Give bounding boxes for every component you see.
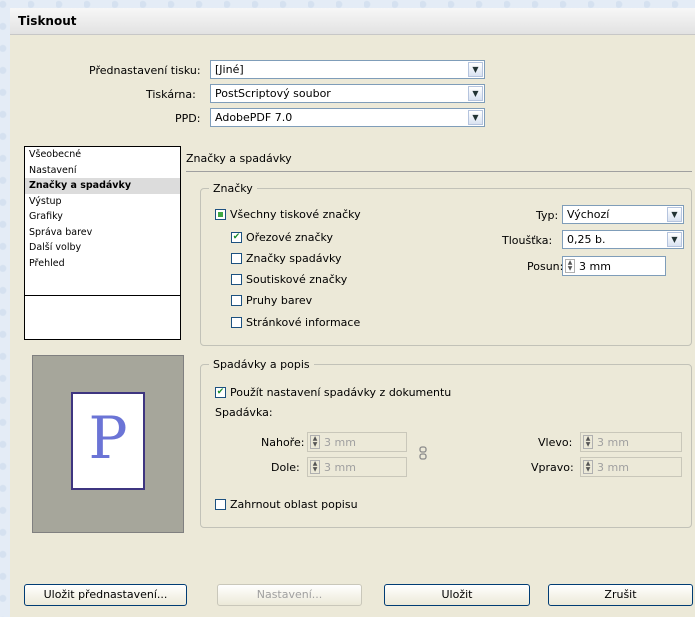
save-button[interactable]: Uložit — [384, 584, 530, 606]
crop-marks-label: Ořezové značky — [246, 231, 334, 244]
category-list: Všeobecné Nastavení Značky a spadávky Vý… — [24, 146, 181, 340]
checkmark-icon[interactable]: ✔ — [215, 387, 226, 398]
chevron-down-icon[interactable]: ▼ — [468, 110, 483, 125]
offset-label: Posun: — [527, 260, 564, 273]
sidebar-item-output[interactable]: Výstup — [25, 194, 180, 210]
stepper-icon[interactable]: ▲ ▼ — [565, 259, 575, 273]
sidebar-item-graphics[interactable]: Grafiky — [25, 209, 180, 225]
printer-select[interactable]: PostScriptový soubor ▼ — [210, 84, 485, 103]
chain-link-icon[interactable] — [418, 446, 428, 460]
registration-marks-checkbox[interactable]: Soutiskové značky — [231, 273, 347, 286]
bleed-marks-checkbox[interactable]: Značky spadávky — [231, 252, 341, 265]
bleed-marks-label: Značky spadávky — [246, 252, 342, 265]
stepper-icon: ▲ ▼ — [310, 435, 320, 449]
color-bars-label: Pruhy barev — [246, 294, 313, 307]
color-bars-checkbox[interactable]: Pruhy barev — [231, 294, 312, 307]
preset-select[interactable]: [Jiné] ▼ — [210, 60, 485, 79]
checkbox-box[interactable] — [231, 253, 242, 264]
chevron-down-icon[interactable]: ▼ — [667, 232, 682, 247]
ppd-label: PPD: — [175, 112, 201, 125]
marks-legend: Značky — [213, 182, 253, 195]
offset-field[interactable]: ▲ ▼ 3 mm — [562, 256, 666, 276]
stepper-icon: ▲ ▼ — [583, 460, 593, 474]
use-doc-bleed-checkbox[interactable]: ✔ Použít nastavení spadávky z dokumentu — [215, 386, 451, 399]
section-divider — [186, 171, 692, 172]
window-title: Tisknout — [18, 14, 77, 28]
preset-value: [Jiné] — [215, 63, 244, 76]
sidebar-item-summary[interactable]: Přehled — [25, 256, 180, 272]
bleed-top-value: 3 mm — [324, 436, 356, 449]
section-title: Značky a spadávky — [186, 152, 292, 165]
printer-label: Tiskárna: — [146, 88, 196, 101]
stepper-icon: ▲ ▼ — [583, 435, 593, 449]
sidebar-item-setup[interactable]: Nastavení — [25, 163, 180, 179]
checkbox-box[interactable] — [215, 209, 226, 220]
chevron-down-icon[interactable]: ▼ — [468, 86, 483, 101]
preset-label: Přednastavení tisku: — [89, 64, 201, 77]
preview-letter: P — [88, 404, 128, 472]
right-label: Vpravo: — [531, 461, 574, 474]
ppd-select[interactable]: AdobePDF 7.0 ▼ — [210, 108, 485, 127]
all-marks-checkbox[interactable]: Všechny tiskové značky — [215, 208, 361, 221]
slug-checkbox[interactable]: Zahrnout oblast popisu — [215, 498, 358, 511]
sidebar-item-marks-bleed[interactable]: Značky a spadávky — [25, 178, 180, 194]
left-label: Vlevo: — [538, 436, 573, 449]
checkbox-box[interactable] — [231, 317, 242, 328]
stepper-icon: ▲ ▼ — [310, 460, 320, 474]
weight-select[interactable]: 0,25 b. ▼ — [562, 230, 684, 249]
bleed-bottom-field[interactable]: ▲ ▼ 3 mm — [307, 457, 407, 477]
registration-marks-label: Soutiskové značky — [246, 273, 348, 286]
chevron-down-icon[interactable]: ▼ — [468, 62, 483, 77]
title-bar: Tisknout — [10, 8, 695, 35]
type-label: Typ: — [536, 209, 559, 222]
sidebar-item-general[interactable]: Všeobecné — [25, 147, 180, 163]
bleed-right-value: 3 mm — [597, 461, 629, 474]
top-label: Nahoře: — [261, 436, 305, 449]
bottom-label: Dole: — [271, 461, 300, 474]
weight-value: 0,25 b. — [567, 233, 606, 246]
type-select[interactable]: Výchozí ▼ — [562, 205, 684, 224]
type-value: Výchozí — [567, 208, 610, 221]
weight-label: Tloušťka: — [502, 234, 553, 247]
checkmark-icon[interactable]: ✔ — [231, 232, 242, 243]
page-info-checkbox[interactable]: Stránkové informace — [231, 316, 360, 329]
bleed-top-field[interactable]: ▲ ▼ 3 mm — [307, 432, 407, 452]
sidebar-item-advanced[interactable]: Další volby — [25, 240, 180, 256]
sidebar-item-color-management[interactable]: Správa barev — [25, 225, 180, 241]
list-divider — [25, 295, 180, 296]
crop-marks-checkbox[interactable]: ✔ Ořezové značky — [231, 231, 333, 244]
checkbox-box[interactable] — [231, 295, 242, 306]
all-marks-label: Všechny tiskové značky — [230, 208, 361, 221]
save-preset-button[interactable]: Uložit přednastavení... — [24, 584, 187, 606]
use-doc-bleed-label: Použít nastavení spadávky z dokumentu — [230, 386, 452, 399]
bleed-left-field[interactable]: ▲ ▼ 3 mm — [580, 432, 682, 452]
ppd-value: AdobePDF 7.0 — [215, 111, 293, 124]
slug-label: Zahrnout oblast popisu — [230, 498, 358, 511]
print-dialog: Tisknout Přednastavení tisku: [Jiné] ▼ T… — [10, 8, 695, 617]
chevron-down-icon[interactable]: ▼ — [667, 207, 682, 222]
printer-value: PostScriptový soubor — [215, 87, 331, 100]
page-preview: P — [32, 355, 184, 533]
checkbox-box[interactable] — [215, 499, 226, 510]
cancel-button[interactable]: Zrušit — [548, 584, 693, 606]
bleed-label: Spadávka: — [215, 406, 273, 419]
checkbox-box[interactable] — [231, 274, 242, 285]
page-info-label: Stránkové informace — [246, 316, 361, 329]
bleed-legend: Spadávky a popis — [213, 358, 310, 371]
setup-button[interactable]: Nastavení... — [217, 584, 362, 606]
preview-page: P — [71, 392, 145, 490]
bleed-bottom-value: 3 mm — [324, 461, 356, 474]
offset-value[interactable]: 3 mm — [579, 260, 611, 273]
bleed-left-value: 3 mm — [597, 436, 629, 449]
bleed-right-field[interactable]: ▲ ▼ 3 mm — [580, 457, 682, 477]
